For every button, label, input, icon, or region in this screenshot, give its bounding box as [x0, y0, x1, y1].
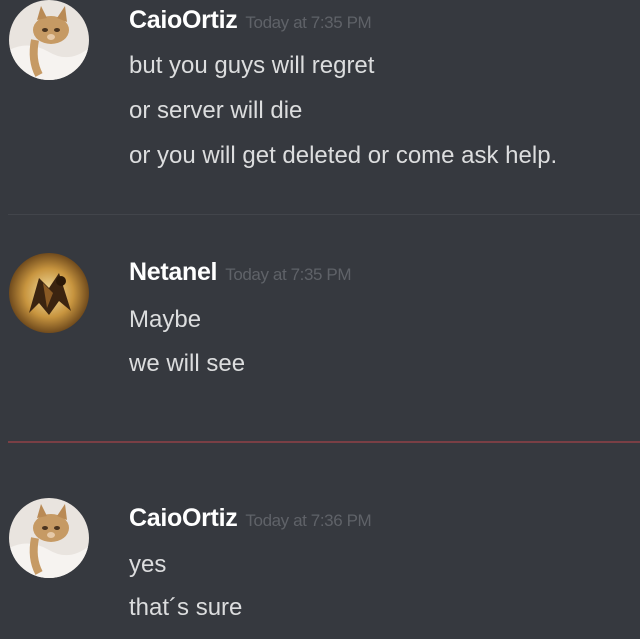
username[interactable]: CaioOrtiz: [129, 504, 238, 532]
message-header: CaioOrtiz Today at 7:36 PM: [129, 504, 372, 533]
timestamp: Today at 7:36 PM: [245, 511, 372, 530]
message-text: yes: [129, 551, 167, 578]
message-group: CaioOrtiz Today at 7:36 PM yes that´s sur…: [0, 0, 640, 639]
message-text: that´s sure: [129, 594, 243, 621]
cat-avatar-icon[interactable]: [9, 498, 89, 578]
